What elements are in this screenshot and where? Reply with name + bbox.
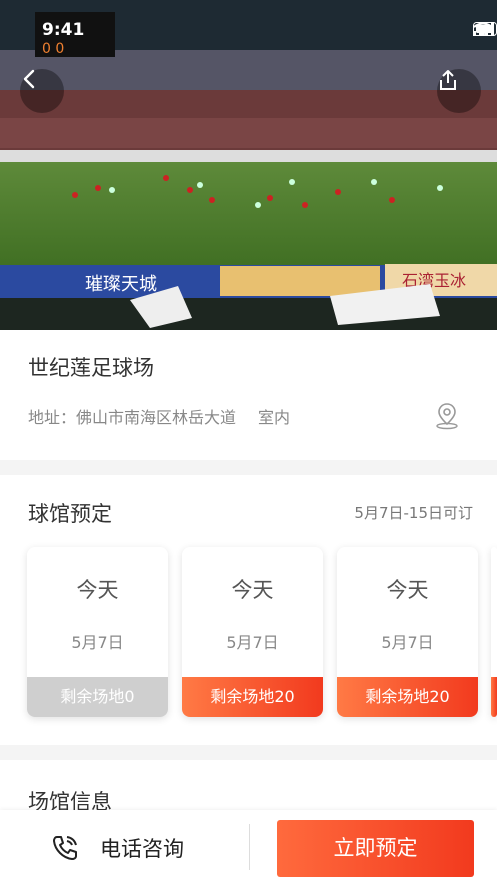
remaining-courts: 剩余场地20	[337, 677, 478, 717]
venue-photo: 璀璨天城 石湾玉冰 0 0 9:41	[0, 0, 497, 330]
divider	[249, 824, 250, 870]
booking-title: 球馆预定	[28, 502, 112, 526]
bottom-action-bar: 电话咨询 立即预定	[0, 810, 497, 883]
book-now-button[interactable]: 立即预定	[277, 820, 474, 877]
booking-availability: 5月7日-15日可订	[354, 504, 473, 522]
day-label: 今天	[386, 578, 429, 602]
venue-name: 世纪莲足球场	[28, 356, 154, 380]
day-date: 5月7日	[71, 633, 124, 652]
phone-icon	[53, 836, 77, 860]
day-card[interactable]: 今天 5月7日 剩余场地20	[182, 547, 323, 717]
day-card[interactable]: 今天 5月7日 剩余场地0	[27, 547, 168, 717]
day-card-partial[interactable]	[491, 547, 497, 717]
address-text: 地址：佛山市南海区林岳大道	[28, 408, 237, 427]
phone-consult-label: 电话咨询	[100, 837, 184, 861]
phone-consult-button[interactable]: 电话咨询	[50, 828, 184, 868]
remaining-courts: 剩余场地20	[182, 677, 323, 717]
venue-address: 地址：佛山市南海区林岳大道 室内	[28, 404, 290, 428]
share-icon	[440, 70, 456, 90]
venue-info-card: 世纪莲足球场 地址：佛山市南海区林岳大道 室内	[0, 330, 497, 460]
status-bar: 9:41	[0, 0, 497, 40]
stadium-photo: 璀璨天城 石湾玉冰 0 0	[0, 0, 497, 330]
battery-icon	[473, 22, 497, 36]
remaining-courts-partial	[491, 677, 497, 717]
back-button[interactable]	[20, 69, 64, 113]
scoreboard: 0 0	[42, 41, 64, 57]
chevron-left-icon	[23, 69, 35, 89]
status-time: 9:41	[42, 20, 85, 40]
remaining-courts: 剩余场地0	[27, 677, 168, 717]
day-date: 5月7日	[226, 633, 279, 652]
day-card[interactable]: 今天 5月7日 剩余场地20	[337, 547, 478, 717]
share-button[interactable]	[437, 69, 481, 113]
banner-text: 璀璨天城	[85, 274, 157, 295]
location-icon[interactable]	[434, 402, 460, 430]
day-date: 5月7日	[381, 633, 434, 652]
booking-section: 球馆预定 5月7日-15日可订 今天 5月7日 剩余场地0 今天 5月7日 剩余…	[0, 475, 497, 745]
day-label: 今天	[231, 578, 274, 602]
venue-type: 室内	[258, 408, 291, 427]
day-label: 今天	[76, 578, 119, 602]
